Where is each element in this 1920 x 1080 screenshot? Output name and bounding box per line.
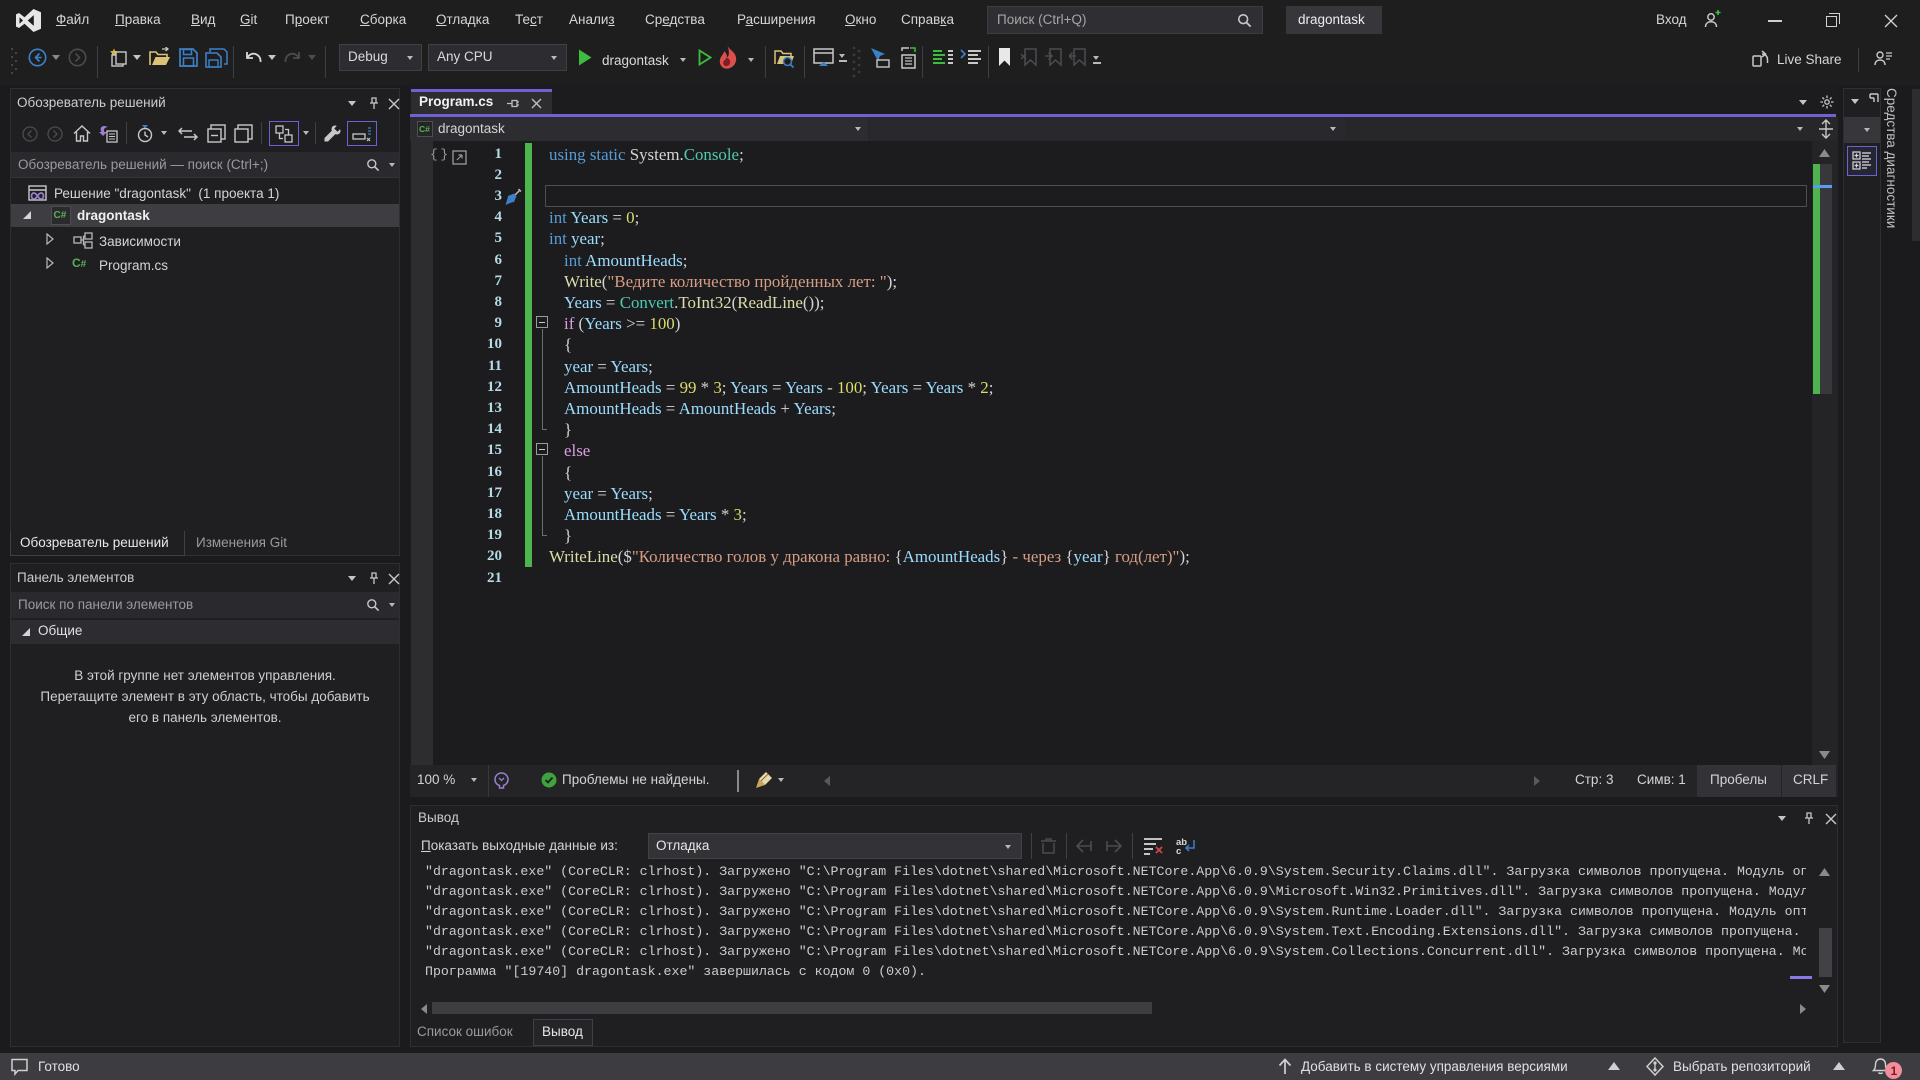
- svg-text:c: c: [1176, 846, 1181, 856]
